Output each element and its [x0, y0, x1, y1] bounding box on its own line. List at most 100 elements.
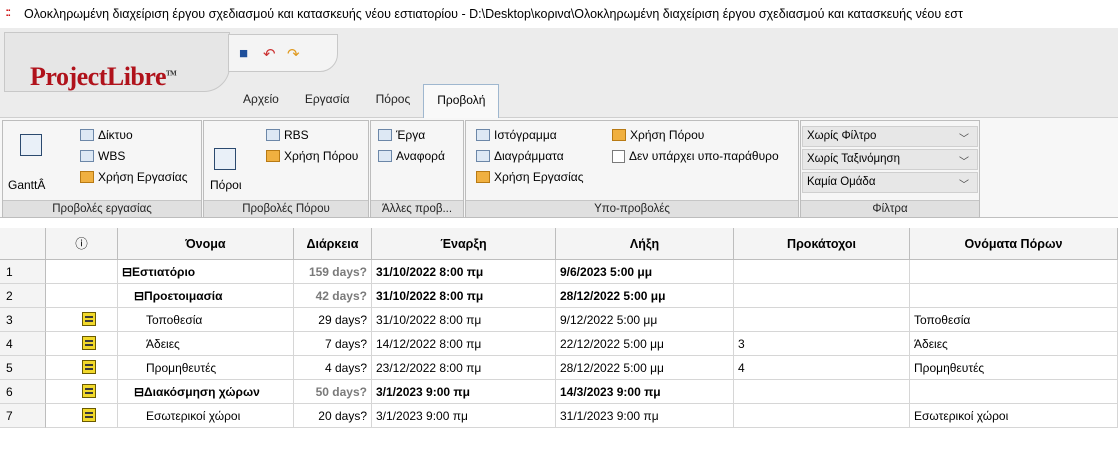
task-name[interactable]: ⊟Διακόσμηση χώρων — [118, 380, 294, 404]
task-start[interactable]: 3/1/2023 9:00 πμ — [372, 404, 556, 428]
task-duration[interactable]: 20 days? — [294, 404, 372, 428]
charts-icon — [476, 150, 490, 162]
task-notes-icon — [82, 336, 96, 350]
task-notes-icon — [82, 384, 96, 398]
row-number[interactable]: 5 — [0, 356, 46, 380]
task-resources[interactable]: Άδειες — [910, 332, 1118, 356]
tab-view[interactable]: Προβολή — [423, 84, 500, 118]
task-resources[interactable]: Προμηθευτές — [910, 356, 1118, 380]
task-start[interactable]: 14/12/2022 8:00 πμ — [372, 332, 556, 356]
column-header-predecessors[interactable]: Προκάτοχοι — [734, 228, 910, 260]
task-start[interactable]: 31/10/2022 8:00 πμ — [372, 260, 556, 284]
task-duration[interactable]: 159 days? — [294, 260, 372, 284]
task-finish[interactable]: 22/12/2022 5:00 μμ — [556, 332, 734, 356]
task-start[interactable]: 3/1/2023 9:00 πμ — [372, 380, 556, 404]
save-icon[interactable]: ■ — [239, 45, 248, 62]
column-header-start[interactable]: Έναρξη — [372, 228, 556, 260]
task-finish[interactable]: 14/3/2023 9:00 πμ — [556, 380, 734, 404]
task-finish[interactable]: 9/12/2022 5:00 μμ — [556, 308, 734, 332]
network-view-button[interactable]: Δίκτυο — [80, 128, 133, 142]
task-finish[interactable]: 31/1/2023 9:00 πμ — [556, 404, 734, 428]
task-name[interactable]: Άδειες — [118, 332, 294, 356]
column-header-resource-names[interactable]: Ονόματα Πόρων — [910, 228, 1118, 260]
group-select[interactable]: Καμία Ομάδα ﹀ — [802, 172, 978, 193]
redo-icon[interactable]: ↷ — [287, 45, 300, 63]
task-name[interactable]: Εσωτερικοί χώροι — [118, 404, 294, 428]
task-name[interactable]: Προμηθευτές — [118, 356, 294, 380]
wbs-icon — [80, 150, 94, 162]
row-number[interactable]: 3 — [0, 308, 46, 332]
task-start[interactable]: 31/10/2022 8:00 πμ — [372, 308, 556, 332]
task-duration[interactable]: 50 days? — [294, 380, 372, 404]
task-predecessors[interactable] — [734, 260, 910, 284]
resource-usage-view-button[interactable]: Χρήση Πόρου — [266, 149, 358, 163]
resources-icon[interactable] — [214, 148, 236, 170]
gantt-view-button[interactable]: GanttÂ — [8, 178, 45, 192]
task-finish[interactable]: 9/6/2023 5:00 μμ — [556, 260, 734, 284]
projects-view-button[interactable]: Έργα — [378, 128, 425, 142]
charts-button[interactable]: Διαγράμματα — [476, 149, 564, 163]
task-duration[interactable]: 42 days? — [294, 284, 372, 308]
task-duration[interactable]: 4 days? — [294, 356, 372, 380]
chevron-down-icon: ﹀ — [959, 134, 969, 145]
sub-resource-usage-button[interactable]: Χρήση Πόρου — [612, 128, 704, 142]
task-name[interactable]: ⊟Εστιατόριο — [118, 260, 294, 284]
row-number[interactable]: 4 — [0, 332, 46, 356]
task-notes-icon — [82, 360, 96, 374]
task-name[interactable]: ⊟Προετοιμασία — [118, 284, 294, 308]
task-finish[interactable]: 28/12/2022 5:00 μμ — [556, 284, 734, 308]
undo-icon[interactable]: ↶ — [263, 45, 276, 63]
chevron-down-icon: ﹀ — [959, 180, 969, 191]
task-predecessors[interactable] — [734, 284, 910, 308]
task-start[interactable]: 23/12/2022 8:00 πμ — [372, 356, 556, 380]
task-name[interactable]: Τοποθεσία — [118, 308, 294, 332]
task-predecessors[interactable]: 3 — [734, 332, 910, 356]
task-predecessors[interactable] — [734, 380, 910, 404]
no-subwindow-button[interactable]: Δεν υπάρχει υπο-παράθυρο — [612, 149, 779, 163]
gantt-icon[interactable] — [20, 134, 42, 156]
column-header-info[interactable]: ⓘ — [46, 228, 118, 260]
column-header-name[interactable]: Όνομα — [118, 228, 294, 260]
column-header-finish[interactable]: Λήξη — [556, 228, 734, 260]
tab-file[interactable]: Αρχείο — [230, 84, 292, 118]
task-start[interactable]: 31/10/2022 8:00 πμ — [372, 284, 556, 308]
histogram-button[interactable]: Ιστόγραμμα — [476, 128, 557, 142]
task-duration[interactable]: 7 days? — [294, 332, 372, 356]
row-number[interactable]: 2 — [0, 284, 46, 308]
rbs-view-button[interactable]: RBS — [266, 128, 309, 142]
tab-task[interactable]: Εργασία — [292, 84, 363, 118]
quick-access-toolbar: ■ ↶ ↷ — [228, 34, 338, 72]
resource-usage-icon — [266, 150, 280, 162]
task-usage-view-button[interactable]: Χρήση Εργασίας — [80, 170, 187, 184]
tab-resource[interactable]: Πόρος — [363, 84, 424, 118]
task-resources[interactable] — [910, 380, 1118, 404]
report-icon — [378, 150, 392, 162]
sub-task-usage-button[interactable]: Χρήση Εργασίας — [476, 170, 583, 184]
column-header-duration[interactable]: Διάρκεια — [294, 228, 372, 260]
projectlibre-logo: ProjectLibreTM — [30, 62, 177, 91]
wbs-view-button[interactable]: WBS — [80, 149, 125, 163]
task-resources[interactable]: Τοποθεσία — [910, 308, 1118, 332]
row-number[interactable]: 1 — [0, 260, 46, 284]
task-finish[interactable]: 28/12/2022 5:00 μμ — [556, 356, 734, 380]
task-predecessors[interactable] — [734, 404, 910, 428]
task-table: ⓘ Όνομα Διάρκεια Έναρξη Λήξη Προκάτοχοι … — [0, 228, 1118, 463]
row-indicator — [46, 308, 118, 332]
task-notes-icon — [82, 312, 96, 326]
resources-view-button[interactable]: Πόροι — [210, 178, 242, 192]
row-number[interactable]: 7 — [0, 404, 46, 428]
column-header-row-number[interactable] — [0, 228, 46, 260]
row-number[interactable]: 6 — [0, 380, 46, 404]
report-view-button[interactable]: Αναφορά — [378, 149, 445, 163]
task-predecessors[interactable] — [734, 308, 910, 332]
rbs-icon — [266, 129, 280, 141]
task-resources[interactable] — [910, 284, 1118, 308]
resource-usage-icon — [612, 129, 626, 141]
task-resources[interactable]: Εσωτερικοί χώροι — [910, 404, 1118, 428]
task-resources[interactable] — [910, 260, 1118, 284]
row-indicator — [46, 356, 118, 380]
task-predecessors[interactable]: 4 — [734, 356, 910, 380]
task-duration[interactable]: 29 days? — [294, 308, 372, 332]
filter-select[interactable]: Χωρίς Φίλτρο ﹀ — [802, 126, 978, 147]
sort-select[interactable]: Χωρίς Ταξινόμηση ﹀ — [802, 149, 978, 170]
